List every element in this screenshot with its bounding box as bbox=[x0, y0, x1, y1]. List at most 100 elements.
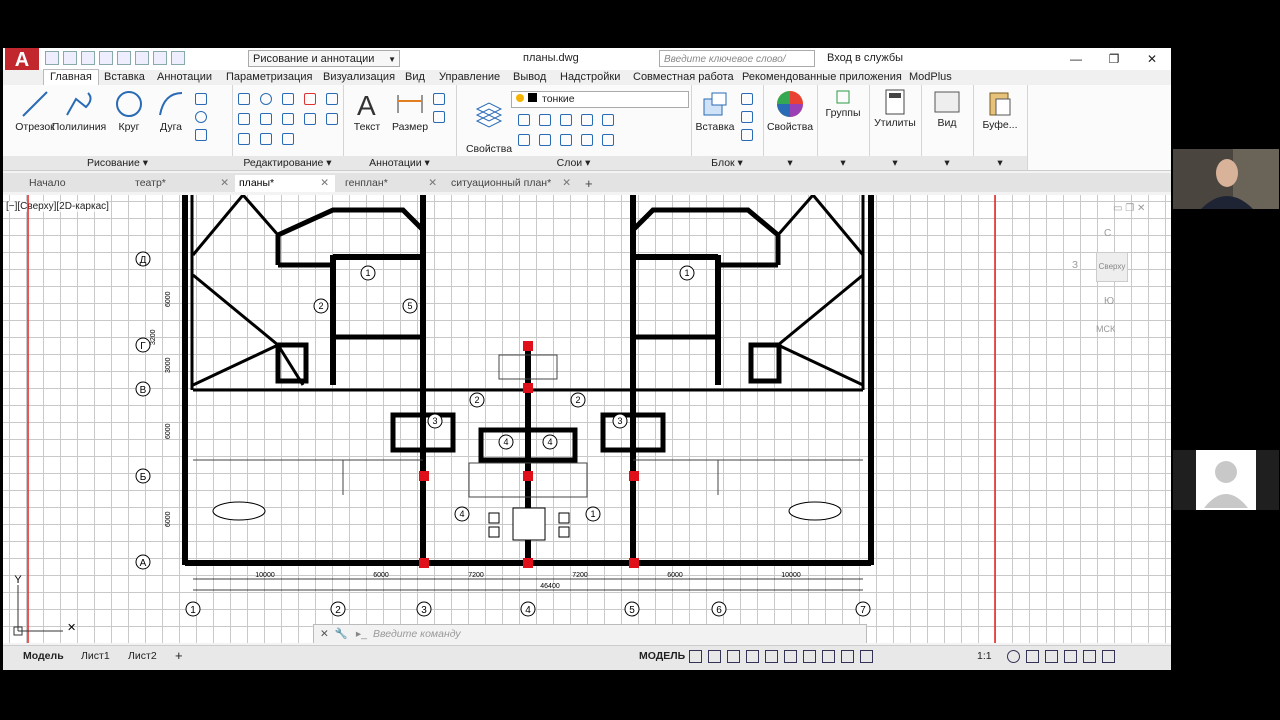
wrench-icon[interactable]: 🔧 bbox=[335, 628, 348, 640]
table-icon[interactable] bbox=[433, 111, 445, 123]
viewcube[interactable]: С З Сверху Ю МСК bbox=[1068, 228, 1128, 338]
viewcube-west[interactable]: З bbox=[1072, 260, 1078, 271]
view-tool[interactable]: Вид bbox=[923, 89, 971, 129]
tab-output[interactable]: Вывод bbox=[513, 70, 546, 85]
app-menu-button[interactable]: A bbox=[5, 48, 39, 72]
layer-tool-icon[interactable] bbox=[602, 114, 614, 126]
undo-icon[interactable] bbox=[153, 51, 167, 65]
doc-tab-genplan[interactable]: генплан* ✕ bbox=[345, 175, 443, 192]
properties-tool[interactable]: Свойства bbox=[765, 89, 815, 133]
viewcube-north[interactable]: С bbox=[1104, 228, 1111, 239]
layout-tab-sheet1[interactable]: Лист1 bbox=[81, 650, 110, 662]
restore-button[interactable]: ❐ bbox=[1095, 48, 1133, 70]
layout-tab-sheet2[interactable]: Лист2 bbox=[128, 650, 157, 662]
annotation-panel-title[interactable]: Аннотации ▾ bbox=[343, 156, 456, 170]
search-input[interactable]: Введите ключевое слово/фразу bbox=[659, 50, 815, 82]
dimension-tool[interactable]: Размер bbox=[387, 89, 433, 133]
tab-annotate[interactable]: Аннотации bbox=[157, 70, 212, 85]
ucs-dropdown[interactable]: МСК bbox=[1096, 324, 1115, 334]
add-layout-button[interactable]: + bbox=[175, 648, 183, 663]
annotation-visibility-icon[interactable] bbox=[841, 650, 854, 663]
tab-addins[interactable]: Надстройки bbox=[560, 70, 620, 85]
arc-tool[interactable]: Дуга bbox=[151, 89, 191, 133]
move-icon[interactable] bbox=[238, 93, 250, 105]
layout-tab-model[interactable]: Модель bbox=[23, 650, 64, 662]
plus-icon[interactable] bbox=[1026, 650, 1039, 663]
view-expand[interactable]: ▾ bbox=[921, 156, 973, 170]
erase-icon[interactable] bbox=[304, 93, 316, 105]
clipboard-tool[interactable]: Буфе... bbox=[975, 89, 1025, 131]
layer-tool-icon[interactable] bbox=[560, 114, 572, 126]
array-icon[interactable] bbox=[238, 133, 250, 145]
trim-icon[interactable] bbox=[282, 93, 294, 105]
new-icon[interactable] bbox=[45, 51, 59, 65]
drawing-area[interactable]: [−][Сверху][2D-каркас] Д Г В Б А 1 2 3 4… bbox=[3, 195, 1171, 643]
isolate-icon[interactable] bbox=[1045, 650, 1058, 663]
fillet-icon[interactable] bbox=[260, 113, 272, 125]
layer-tool-icon[interactable] bbox=[581, 114, 593, 126]
tab-view[interactable]: Вид bbox=[405, 70, 425, 85]
attribute-icon[interactable] bbox=[741, 129, 753, 141]
ortho-icon[interactable] bbox=[727, 650, 740, 663]
polar-icon[interactable] bbox=[746, 650, 759, 663]
doc-tab-start[interactable]: Начало bbox=[29, 175, 129, 192]
tab-insert[interactable]: Вставка bbox=[104, 70, 145, 85]
customize-icon[interactable] bbox=[1102, 650, 1115, 663]
tab-modplus[interactable]: ModPlus bbox=[909, 70, 952, 85]
text-tool[interactable]: A Текст bbox=[347, 89, 387, 133]
plot-icon[interactable] bbox=[135, 51, 149, 65]
tab-collaborate[interactable]: Совместная работа bbox=[633, 70, 734, 85]
command-input[interactable]: Введите команду bbox=[373, 628, 461, 640]
layer-dropdown[interactable]: тонкие bbox=[511, 91, 689, 108]
block-panel-title[interactable]: Блок ▾ bbox=[691, 156, 763, 170]
tab-home[interactable]: Главная bbox=[43, 69, 99, 86]
ellipse-icon[interactable] bbox=[195, 111, 207, 123]
model-space-toggle[interactable]: МОДЕЛЬ bbox=[639, 650, 685, 662]
layer-tool-icon[interactable] bbox=[539, 134, 551, 146]
tab-visualize[interactable]: Визуализация bbox=[323, 70, 395, 85]
object-snap-tracking-icon[interactable] bbox=[784, 650, 797, 663]
polyline-tool[interactable]: Полилиния bbox=[51, 89, 107, 133]
mirror-icon[interactable] bbox=[238, 113, 250, 125]
workspace-dropdown[interactable]: Рисование и аннотации ▼ bbox=[248, 50, 400, 67]
doc-tab-situation[interactable]: ситуационный план* ✕ bbox=[451, 175, 577, 192]
close-icon[interactable]: ✕ bbox=[562, 175, 571, 192]
groups-expand[interactable]: ▾ bbox=[817, 156, 869, 170]
circle-tool[interactable]: Круг bbox=[107, 89, 151, 133]
viewcube-top-face[interactable]: Сверху bbox=[1096, 252, 1128, 282]
save-icon[interactable] bbox=[81, 51, 95, 65]
tab-featured-apps[interactable]: Рекомендованные приложения bbox=[742, 70, 902, 85]
leader-icon[interactable] bbox=[433, 93, 445, 105]
groups-tool[interactable]: Группы bbox=[819, 89, 867, 119]
offset-icon[interactable] bbox=[260, 133, 272, 145]
clean-screen-icon[interactable] bbox=[1083, 650, 1096, 663]
command-line[interactable]: ✕ 🔧 ▸_ Введите команду bbox=[313, 624, 867, 643]
snap-icon[interactable] bbox=[708, 650, 721, 663]
stretch-icon[interactable] bbox=[304, 113, 316, 125]
layer-tool-icon[interactable] bbox=[518, 134, 530, 146]
rotate-icon[interactable] bbox=[260, 93, 272, 105]
doc-tab-plans[interactable]: планы* ✕ bbox=[235, 175, 335, 192]
layer-tool-icon[interactable] bbox=[539, 114, 551, 126]
utilities-tool[interactable]: Утилиты bbox=[871, 89, 919, 129]
modify-panel-title[interactable]: Редактирование ▾ bbox=[232, 156, 343, 170]
draw-panel-title[interactable]: Рисование ▾ bbox=[3, 156, 232, 170]
close-button[interactable]: ✕ bbox=[1133, 48, 1171, 70]
doc-tab-theatre[interactable]: театр* ✕ bbox=[135, 175, 235, 192]
viewcube-south[interactable]: Ю bbox=[1104, 296, 1114, 307]
tab-parametric[interactable]: Параметризация bbox=[226, 70, 312, 85]
gear-icon[interactable] bbox=[1007, 650, 1020, 663]
viewport-window-controls[interactable]: ▭ ❐ ✕ bbox=[1113, 203, 1145, 214]
layer-tool-icon[interactable] bbox=[518, 114, 530, 126]
copy-icon[interactable] bbox=[326, 93, 338, 105]
explode-icon[interactable] bbox=[282, 113, 294, 125]
layers-panel-title[interactable]: Слои ▾ bbox=[456, 156, 691, 170]
insert-block-tool[interactable]: Вставка bbox=[693, 89, 737, 133]
lineweight-icon[interactable] bbox=[822, 650, 835, 663]
edit-block-icon[interactable] bbox=[741, 111, 753, 123]
open-icon[interactable] bbox=[63, 51, 77, 65]
utilities-expand[interactable]: ▾ bbox=[869, 156, 921, 170]
close-icon[interactable]: ✕ bbox=[320, 175, 329, 192]
tab-manage[interactable]: Управление bbox=[439, 70, 500, 85]
sign-in-button[interactable]: Вход в службы bbox=[827, 52, 903, 64]
